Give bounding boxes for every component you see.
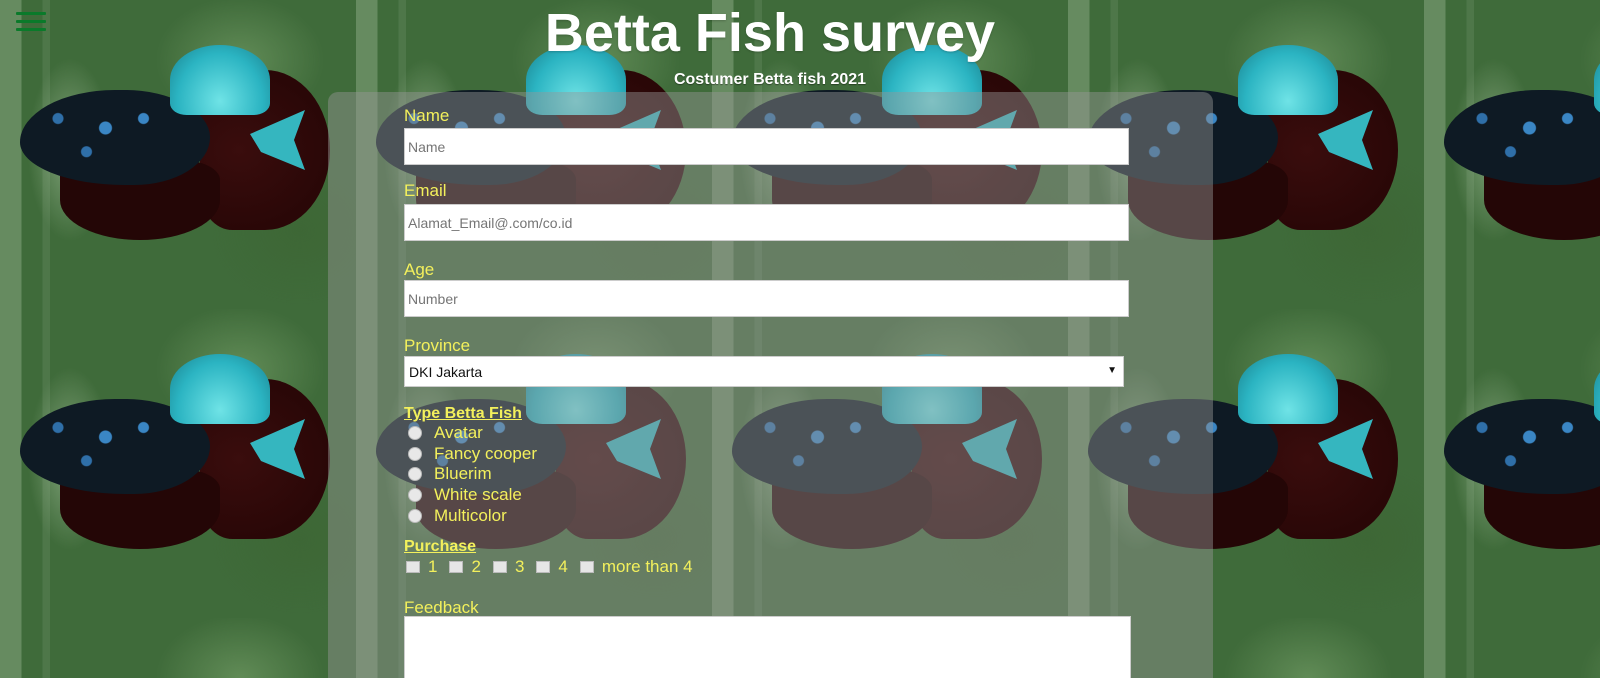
feedback-textarea[interactable]: [404, 615, 1131, 678]
radio-button[interactable]: [408, 446, 422, 461]
checkbox-label: 2: [471, 556, 481, 576]
feedback-label: Feedback: [404, 597, 479, 617]
fish-image: [0, 618, 356, 678]
survey-form: Name Email Age Province DKI Jakarta ▼ Ty…: [404, 104, 1131, 678]
checkbox-label: 1: [428, 556, 438, 576]
email-label: Email: [404, 181, 447, 200]
fish-image: [0, 309, 356, 618]
radio-label: Multicolor: [434, 505, 507, 525]
radio-option-bluerim[interactable]: Bluerim: [404, 464, 1129, 485]
radio-option-avatar[interactable]: Avatar: [404, 423, 1129, 444]
radio-option-multicolor[interactable]: Multicolor: [404, 505, 1129, 526]
province-select[interactable]: DKI Jakarta ▼: [404, 356, 1124, 387]
purchase-checkbox-group: 1 2 3 4 more than 4: [404, 556, 1129, 578]
checkbox-more-than-4[interactable]: [579, 560, 594, 573]
radio-label: Bluerim: [434, 464, 492, 484]
checkbox-2[interactable]: [449, 560, 464, 573]
purchase-label: Purchase: [404, 537, 477, 555]
radio-button[interactable]: [408, 467, 422, 482]
province-selected-value: DKI Jakarta: [409, 364, 483, 380]
page-subtitle: Costumer Betta fish 2021: [673, 71, 867, 88]
name-label: Name: [404, 106, 450, 125]
type-radio-group: Avatar Fancy cooper Bluerim White scale …: [404, 423, 1129, 526]
radio-option-white-scale[interactable]: White scale: [404, 485, 1129, 506]
page-title: Betta Fish survey: [544, 3, 996, 63]
checkbox-4[interactable]: [536, 560, 551, 573]
fish-image: [1424, 309, 1600, 618]
checkbox-1[interactable]: [406, 560, 420, 573]
checkbox-3[interactable]: [492, 560, 507, 573]
checkbox-label: more than 4: [601, 556, 693, 576]
radio-button[interactable]: [408, 508, 422, 523]
province-label: Province: [404, 336, 471, 355]
dropdown-arrow-icon: ▼: [1107, 365, 1117, 376]
checkbox-label: 4: [558, 556, 568, 576]
radio-button[interactable]: [408, 426, 422, 441]
radio-label: White scale: [434, 485, 522, 505]
email-input[interactable]: [404, 204, 1129, 241]
checkbox-label: 3: [514, 556, 525, 576]
radio-label: Fancy cooper: [434, 443, 537, 463]
radio-button[interactable]: [408, 488, 422, 503]
radio-option-fancy-cooper[interactable]: Fancy cooper: [404, 444, 1129, 465]
radio-label: Avatar: [434, 423, 483, 443]
name-input[interactable]: [404, 128, 1129, 165]
age-label: Age: [404, 260, 435, 279]
age-input[interactable]: [404, 280, 1129, 317]
type-label: Type Betta Fish: [404, 405, 522, 422]
